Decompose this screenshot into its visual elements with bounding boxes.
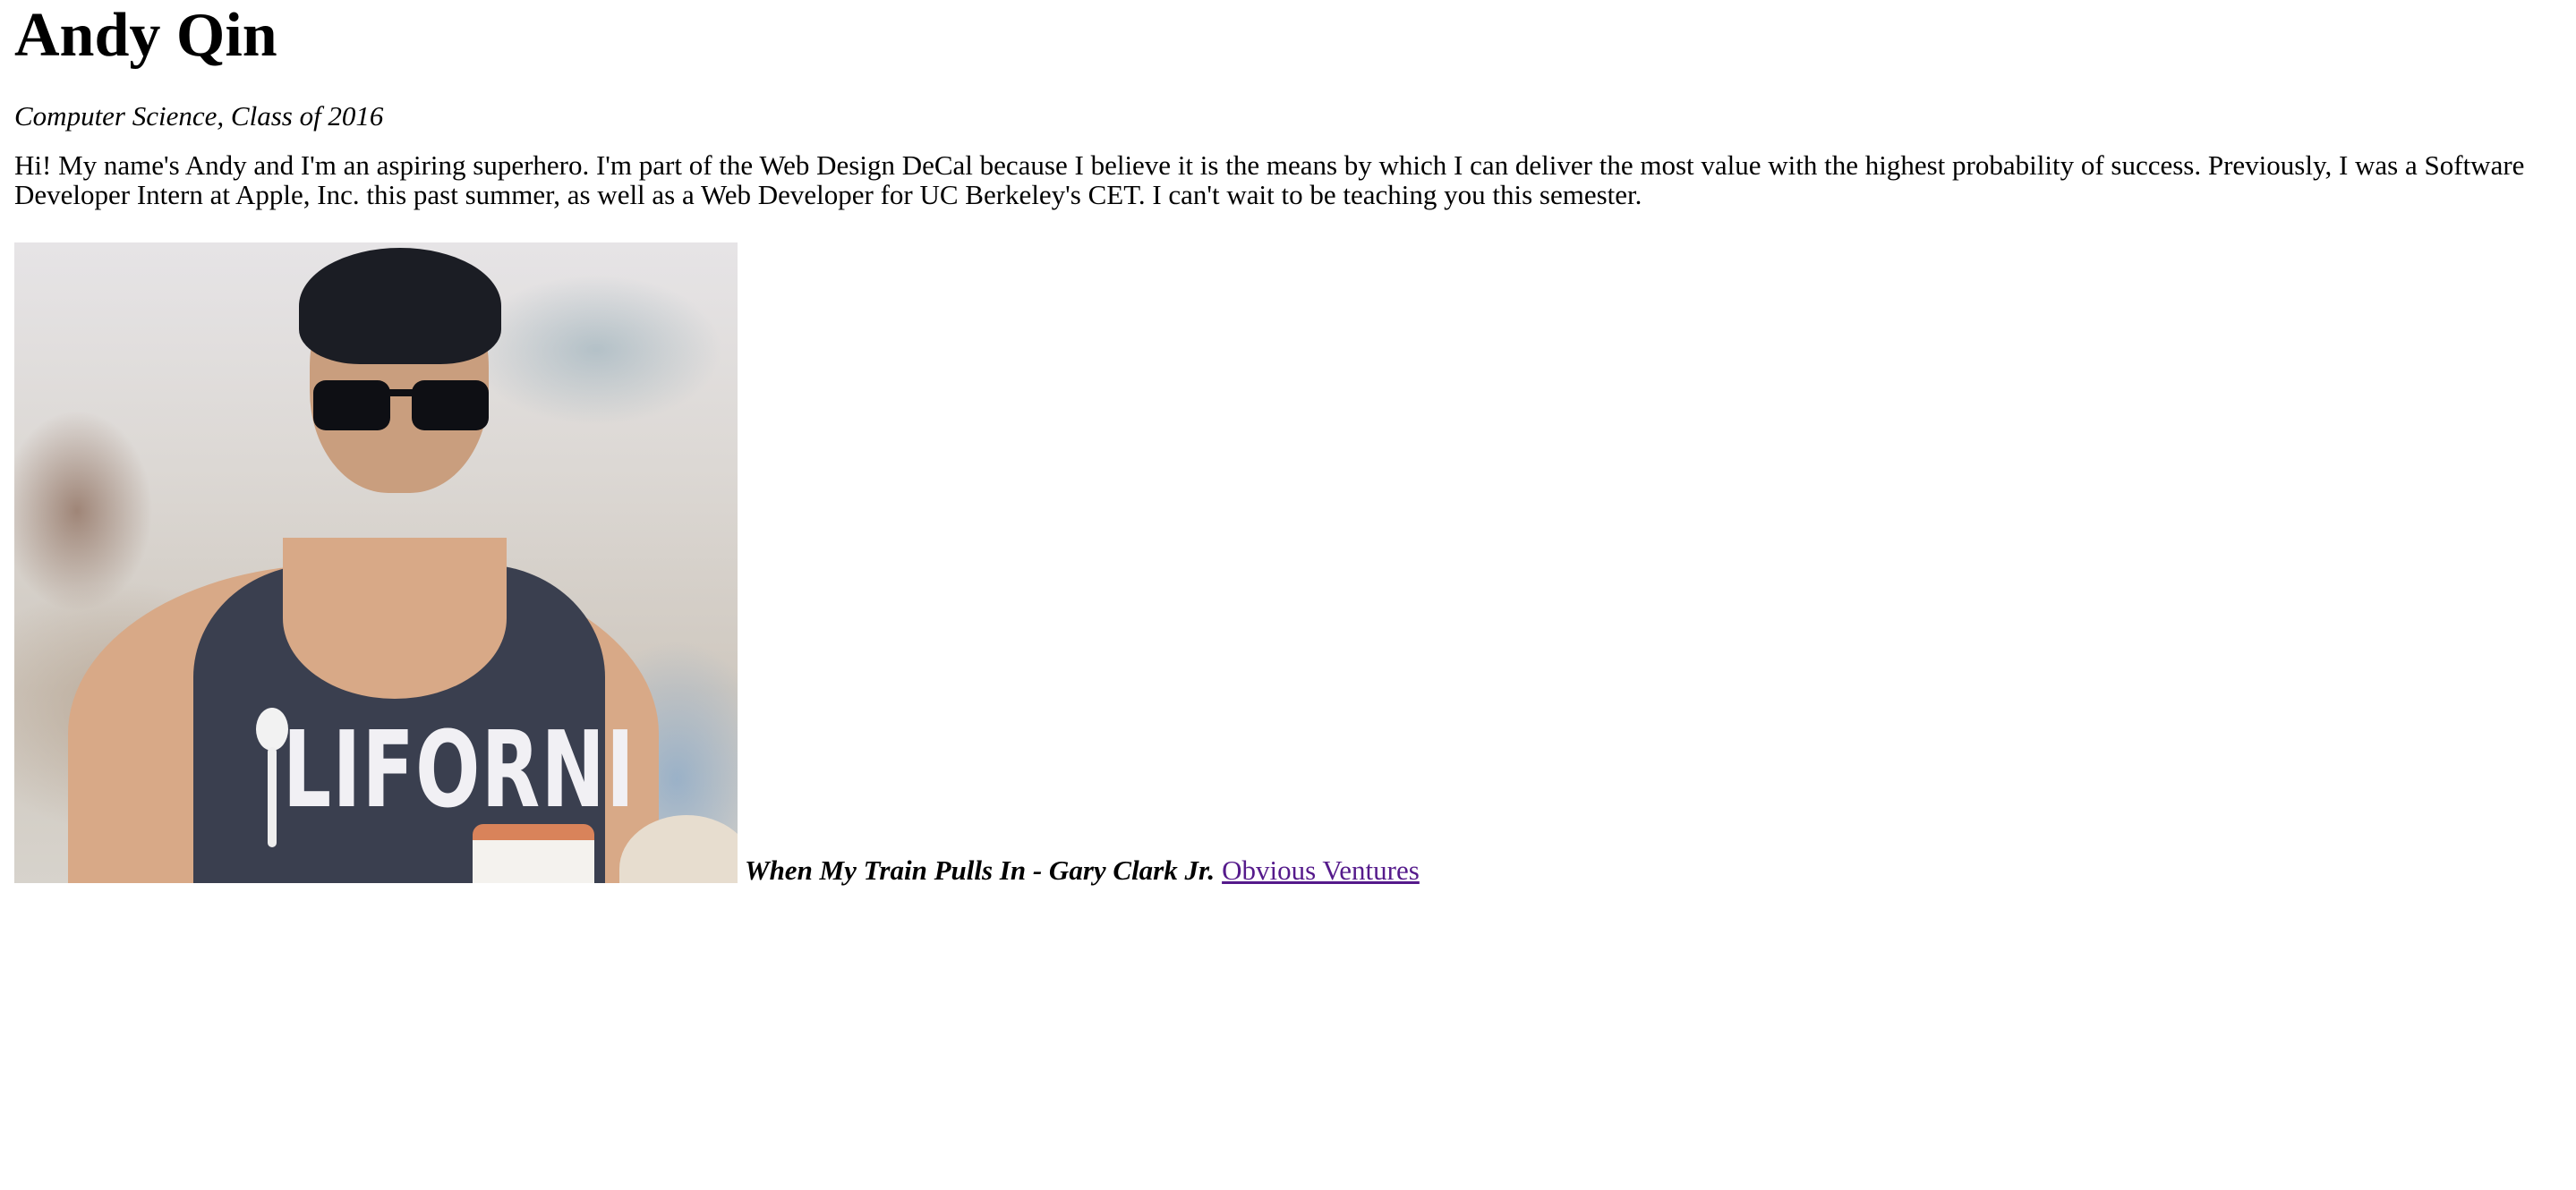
obvious-ventures-link[interactable]: Obvious Ventures [1222, 854, 1420, 887]
photo-neckline [283, 538, 507, 699]
photo-cup [473, 824, 594, 883]
media-row: LIFORNI When My Train Pulls In - Gary Cl… [14, 239, 2562, 886]
profile-page: Andy Qin Computer Science, Class of 2016… [0, 0, 2576, 886]
photo-shirt-text: LIFORNI [283, 708, 636, 831]
profile-photo: LIFORNI [14, 242, 738, 883]
photo-hair [299, 248, 501, 364]
spoon-icon [256, 708, 288, 847]
profile-bio: Hi! My name's Andy and I'm an aspiring s… [14, 149, 2525, 210]
profile-name: Andy Qin [14, 1, 277, 70]
favorite-song: When My Train Pulls In - Gary Clark Jr. [745, 854, 1215, 886]
profile-major: Computer Science, Class of 2016 [14, 100, 384, 132]
sunglasses-icon [313, 380, 489, 430]
